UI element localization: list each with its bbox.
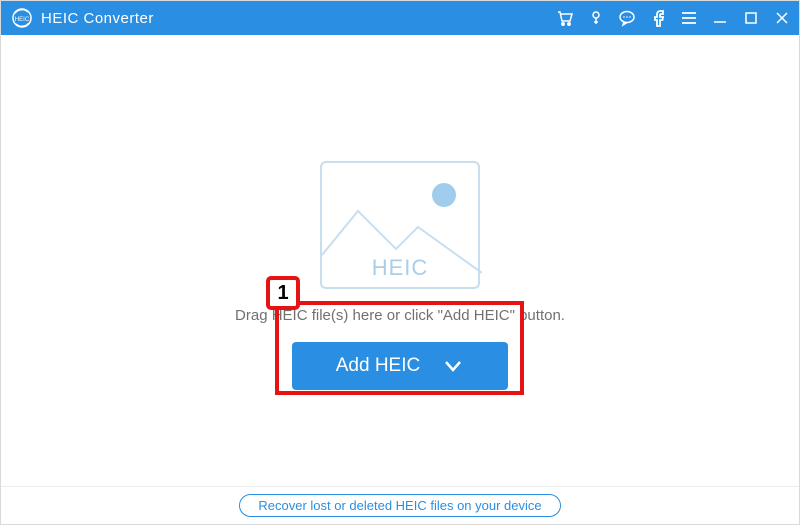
- facebook-icon[interactable]: [649, 9, 667, 27]
- heic-illustration-label: HEIC: [322, 255, 478, 281]
- menu-icon[interactable]: [680, 9, 698, 27]
- recover-files-link[interactable]: Recover lost or deleted HEIC files on yo…: [239, 494, 560, 517]
- key-icon[interactable]: [587, 9, 605, 27]
- annotation-callout-number: 1: [277, 282, 288, 305]
- annotation-callout-badge: 1: [266, 276, 300, 310]
- speech-icon[interactable]: [618, 9, 636, 27]
- chevron-down-icon: [442, 355, 464, 377]
- minimize-icon[interactable]: [711, 9, 729, 27]
- maximize-icon[interactable]: [742, 9, 760, 27]
- close-icon[interactable]: [773, 9, 791, 27]
- add-heic-button[interactable]: Add HEIC: [292, 342, 508, 390]
- app-title: HEIC Converter: [41, 10, 154, 27]
- main-content: HEIC Drag HEIC file(s) here or click "Ad…: [1, 35, 799, 486]
- cart-icon[interactable]: [556, 9, 574, 27]
- titlebar-icons: [556, 9, 791, 27]
- heic-placeholder-illustration: HEIC: [320, 161, 480, 289]
- add-heic-button-label: Add HEIC: [336, 355, 420, 377]
- app-window: HEIC HEIC Converter HEIC Drag HEIC file(…: [0, 0, 800, 525]
- drop-hint-text: Drag HEIC file(s) here or click "Add HEI…: [235, 307, 565, 324]
- app-logo-icon: HEIC: [11, 7, 33, 29]
- titlebar: HEIC HEIC Converter: [1, 1, 799, 35]
- svg-text:HEIC: HEIC: [15, 17, 30, 23]
- footer: Recover lost or deleted HEIC files on yo…: [1, 486, 799, 524]
- title-left: HEIC HEIC Converter: [11, 7, 154, 29]
- add-button-container: Add HEIC: [292, 342, 508, 390]
